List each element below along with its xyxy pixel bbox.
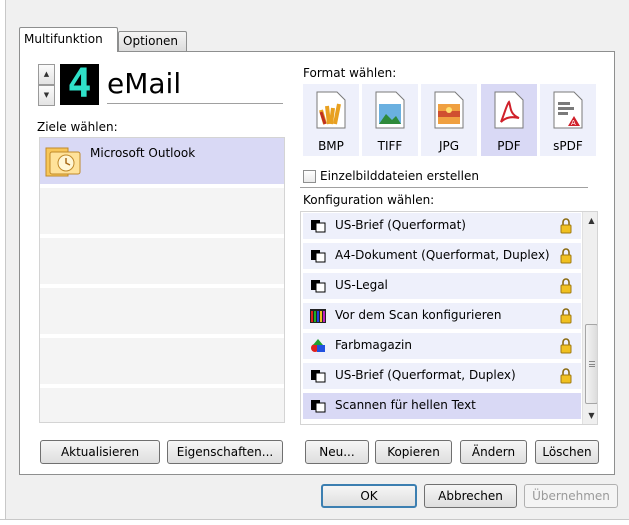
document-icon bbox=[311, 400, 326, 413]
apply-button[interactable]: Übernehmen bbox=[524, 484, 618, 508]
format-option-tiff[interactable]: TIFF bbox=[362, 84, 418, 156]
format-label-jpg: JPG bbox=[438, 139, 460, 153]
list-item[interactable]: Microsoft Outlook bbox=[40, 138, 284, 186]
destination-number: 4 bbox=[67, 61, 92, 107]
config-item-label: US-Legal bbox=[335, 278, 388, 292]
scroll-up-arrow-icon[interactable]: ▲ bbox=[583, 212, 597, 229]
pdf-icon bbox=[494, 91, 524, 129]
format-option-spdf[interactable]: A sPDF bbox=[540, 84, 596, 156]
copy-button[interactable]: Kopieren bbox=[375, 440, 452, 464]
config-item-label: US-Brief (Querformat) bbox=[335, 218, 466, 232]
color-shapes-icon bbox=[311, 339, 325, 352]
destination-spinner[interactable]: ▲ ▼ bbox=[38, 64, 55, 106]
config-item-label: Farbmagazin bbox=[335, 338, 412, 352]
list-item[interactable]: Farbmagazin bbox=[303, 333, 581, 359]
lock-icon bbox=[560, 218, 572, 234]
document-icon bbox=[311, 250, 326, 263]
config-item-label: Scannen für hellen Text bbox=[335, 398, 476, 412]
destination-list[interactable]: Microsoft Outlook bbox=[39, 137, 285, 423]
list-item[interactable] bbox=[40, 388, 284, 422]
config-label: Konfiguration wählen: bbox=[303, 193, 435, 207]
spin-up-arrow-icon[interactable]: ▲ bbox=[38, 64, 55, 85]
destination-number-display: 4 bbox=[60, 64, 99, 105]
refresh-button[interactable]: Aktualisieren bbox=[40, 440, 160, 464]
lock-icon bbox=[560, 308, 572, 324]
config-scrollbar[interactable]: ▲ ▼ bbox=[582, 212, 597, 424]
window-left-border bbox=[0, 0, 6, 525]
list-item[interactable]: Vor dem Scan konfigurieren bbox=[303, 303, 581, 329]
cancel-button[interactable]: Abbrechen bbox=[424, 484, 517, 508]
single-image-label: Einzelbilddateien erstellen bbox=[320, 169, 479, 183]
document-icon bbox=[311, 280, 326, 293]
list-item[interactable] bbox=[40, 238, 284, 286]
format-option-pdf[interactable]: PDF bbox=[481, 84, 537, 156]
list-item[interactable]: US-Legal bbox=[303, 273, 581, 299]
document-icon bbox=[311, 370, 326, 383]
delete-button[interactable]: Löschen bbox=[535, 440, 599, 464]
list-item[interactable]: US-Brief (Querformat, Duplex) bbox=[303, 363, 581, 389]
ok-button[interactable]: OK bbox=[321, 484, 417, 508]
list-item[interactable]: Scannen für hellen Text bbox=[303, 393, 581, 419]
scroll-thumb[interactable] bbox=[585, 324, 597, 404]
outlook-icon bbox=[45, 147, 81, 177]
format-label: Format wählen: bbox=[303, 66, 397, 80]
format-label-bmp: BMP bbox=[318, 139, 344, 153]
list-item[interactable] bbox=[40, 338, 284, 386]
new-button[interactable]: Neu... bbox=[305, 440, 369, 464]
config-item-label: Vor dem Scan konfigurieren bbox=[335, 308, 502, 322]
destination-item-label: Microsoft Outlook bbox=[90, 146, 196, 160]
properties-button[interactable]: Eigenschaften... bbox=[167, 440, 283, 464]
config-item-label: A4-Dokument (Querformat, Duplex) bbox=[335, 248, 550, 262]
config-item-label: US-Brief (Querformat, Duplex) bbox=[335, 368, 516, 382]
document-icon bbox=[311, 220, 326, 233]
divider bbox=[300, 187, 588, 188]
lock-icon bbox=[560, 278, 572, 294]
tab-multifunktion[interactable]: Multifunktion bbox=[19, 27, 118, 52]
svg-text:A: A bbox=[571, 119, 576, 127]
lock-icon bbox=[560, 248, 572, 264]
jpg-icon bbox=[434, 91, 464, 129]
lock-icon bbox=[560, 338, 572, 354]
change-button[interactable]: Ändern bbox=[460, 440, 527, 464]
format-label-tiff: TIFF bbox=[377, 139, 403, 153]
destination-title: eMail bbox=[107, 64, 283, 104]
tab-optionen[interactable]: Optionen bbox=[118, 31, 187, 51]
single-image-checkbox[interactable] bbox=[303, 170, 316, 183]
scroll-down-arrow-icon[interactable]: ▼ bbox=[583, 407, 597, 424]
format-option-bmp[interactable]: BMP bbox=[303, 84, 359, 156]
format-label-spdf: sPDF bbox=[553, 139, 583, 153]
format-label-pdf: PDF bbox=[497, 139, 521, 153]
choose-destination-label: Ziele wählen: bbox=[37, 120, 118, 134]
format-option-jpg[interactable]: JPG bbox=[421, 84, 477, 156]
config-list[interactable]: US-Brief (Querformat) A4-Dokument (Querf… bbox=[300, 211, 598, 425]
lock-icon bbox=[560, 368, 572, 384]
window-bottom-border bbox=[0, 519, 629, 525]
tiff-icon bbox=[375, 91, 405, 129]
grip-icon bbox=[589, 361, 595, 367]
list-item[interactable]: A4-Dokument (Querformat, Duplex) bbox=[303, 243, 581, 269]
spdf-icon: A bbox=[553, 91, 583, 129]
list-item[interactable] bbox=[40, 188, 284, 236]
spin-down-arrow-icon[interactable]: ▼ bbox=[38, 85, 55, 106]
list-item[interactable] bbox=[40, 288, 284, 336]
color-bars-icon bbox=[310, 309, 326, 323]
list-item[interactable]: US-Brief (Querformat) bbox=[303, 213, 581, 239]
bmp-icon bbox=[316, 91, 346, 129]
